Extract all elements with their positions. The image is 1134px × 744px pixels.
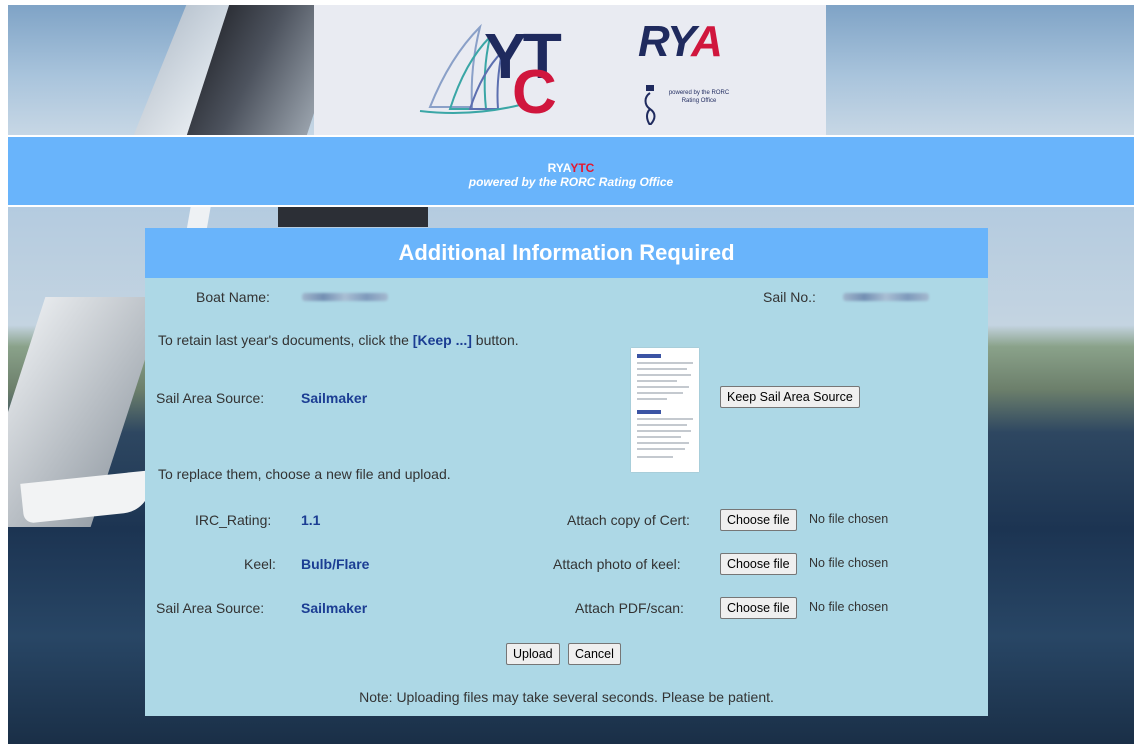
cancel-button[interactable]: Cancel [568, 643, 621, 665]
upload-button[interactable]: Upload [506, 643, 560, 665]
rya-logo: RYA [638, 17, 723, 66]
pdf-file-status: No file chosen [809, 600, 889, 614]
attach-pdf-label: Attach PDF/scan: [575, 600, 684, 616]
replace-instructions: To replace them, choose a new file and u… [158, 466, 451, 482]
panel-title: Additional Information Required [145, 228, 988, 278]
keep-keyword: [Keep ...] [412, 332, 472, 348]
header-banner: YT C RYA powered by the RORC Rating Offi… [8, 5, 1134, 135]
keep-sail-area-source-button[interactable]: Keep Sail Area Source [720, 386, 860, 408]
choose-file-keel-button[interactable]: Choose file [720, 553, 797, 575]
keel-value: Bulb/Flare [301, 556, 370, 572]
keel-file-status: No file chosen [809, 556, 889, 570]
upload-note: Note: Uploading files may take several s… [359, 689, 774, 705]
boat-name-value-redacted [302, 293, 388, 301]
sail-area-source-value: Sailmaker [301, 600, 368, 616]
rorc-crest-icon [644, 85, 656, 125]
sail-no-label: Sail No.: [763, 289, 816, 305]
ytc-logo-c: C [512, 58, 557, 127]
keep-sail-area-label: Sail Area Source: [156, 390, 265, 406]
boat-name-label: Boat Name: [196, 289, 270, 305]
attach-cert-label: Attach copy of Cert: [567, 512, 690, 528]
keel-label: Keel: [244, 556, 276, 572]
site-subtitle: powered by the RORC Rating Office [468, 175, 674, 189]
sail-area-source-label: Sail Area Source: [156, 600, 265, 616]
sail-no-value-redacted [843, 293, 929, 301]
irc-rating-value: 1.1 [301, 512, 321, 528]
cert-file-status: No file chosen [809, 512, 889, 526]
irc-rating-label: IRC_Rating: [195, 512, 272, 528]
keep-sail-area-value: Sailmaker [301, 390, 368, 406]
attach-keel-photo-label: Attach photo of keel: [553, 556, 681, 572]
rorc-powered-text: powered by the RORC Rating Office [668, 90, 730, 104]
logo-box: YT C RYA powered by the RORC Rating Offi… [314, 5, 826, 135]
choose-file-cert-button[interactable]: Choose file [720, 509, 797, 531]
retain-instructions: To retain last year's documents, click t… [158, 332, 519, 348]
site-title-strip: RYAYTC powered by the RORC Rating Office [8, 137, 1134, 205]
document-thumbnail[interactable] [631, 348, 699, 472]
additional-info-panel: Additional Information Required Boat Nam… [145, 228, 988, 716]
site-title: RYAYTC [547, 161, 595, 175]
choose-file-pdf-button[interactable]: Choose file [720, 597, 797, 619]
background-sail-dark [278, 207, 428, 227]
